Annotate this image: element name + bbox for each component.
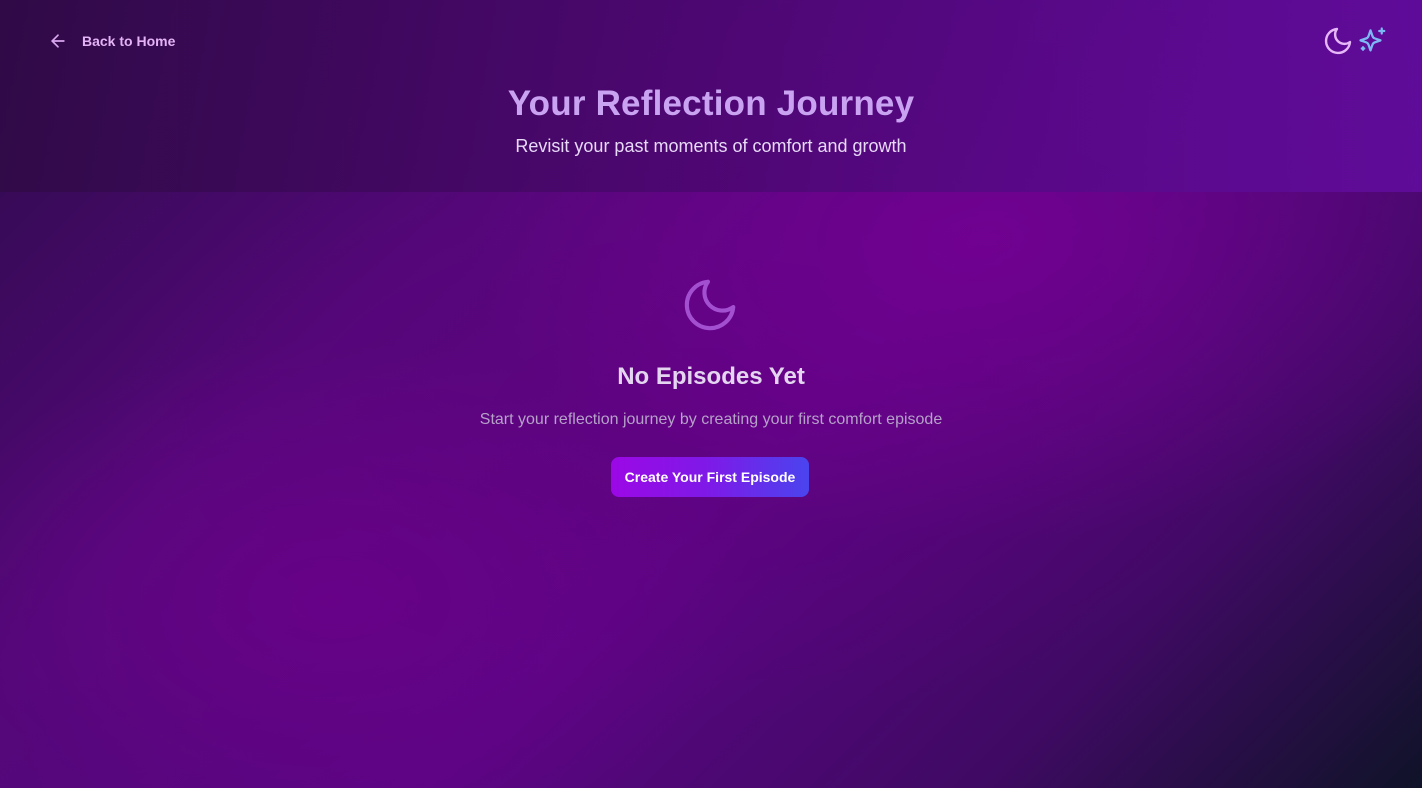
page-subtitle: Revisit your past moments of comfort and… (515, 136, 907, 156)
header-actions (1322, 25, 1388, 57)
back-to-home-link[interactable]: Back to Home (48, 29, 175, 53)
empty-state-title: No Episodes Yet (617, 363, 805, 390)
page-title: Your Reflection Journey (507, 84, 915, 123)
back-to-home-label: Back to Home (82, 33, 176, 49)
empty-state-description: Start your reflection journey by creatin… (479, 411, 943, 428)
page-header: Back to Home Your Reflection Journey Rev… (0, 0, 1422, 192)
moon-icon (679, 274, 741, 336)
arrow-left-icon (48, 31, 68, 51)
moon-icon[interactable] (1322, 25, 1354, 57)
create-first-episode-button[interactable]: Create Your First Episode (611, 457, 809, 497)
sparkles-icon[interactable] (1358, 26, 1388, 56)
